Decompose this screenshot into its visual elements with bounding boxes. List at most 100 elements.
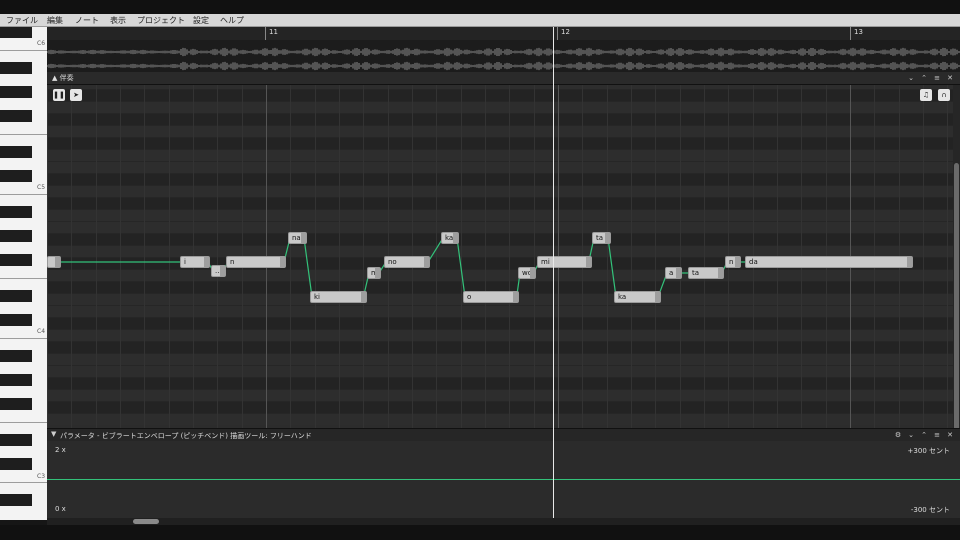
note-resize-handle[interactable] (605, 233, 610, 243)
note[interactable]: na (288, 232, 307, 244)
note[interactable]: da (745, 256, 913, 268)
playhead[interactable] (553, 27, 554, 520)
note-resize-handle[interactable] (513, 292, 518, 302)
note-resize-handle[interactable] (907, 257, 912, 267)
note-resize-handle[interactable] (655, 292, 660, 302)
black-key[interactable] (0, 86, 32, 98)
menu-view[interactable]: 表示 (110, 14, 126, 27)
note-lyric: na (292, 234, 301, 242)
note[interactable] (47, 256, 61, 268)
chevron-up-icon[interactable]: ⌃ (919, 430, 929, 440)
black-key[interactable] (0, 170, 32, 182)
black-key[interactable] (0, 314, 32, 326)
note-resize-handle[interactable] (361, 292, 366, 302)
bar-marker (557, 27, 558, 40)
black-key[interactable] (0, 458, 32, 470)
gear-icon[interactable]: ⚙ (893, 430, 903, 440)
close-icon[interactable]: ✕ (945, 73, 955, 83)
horizontal-scroll-thumb[interactable] (133, 519, 159, 524)
note[interactable]: ka (441, 232, 459, 244)
horizontal-scrollbar[interactable] (47, 518, 960, 525)
black-key[interactable] (0, 206, 32, 218)
black-key[interactable] (0, 434, 32, 446)
black-key[interactable] (0, 290, 32, 302)
chevron-down-icon[interactable]: ⌄ (906, 73, 916, 83)
black-key[interactable] (0, 230, 32, 242)
black-key[interactable] (0, 27, 32, 38)
note-resize-handle[interactable] (735, 257, 740, 267)
vertical-scrollbar[interactable] (953, 85, 960, 437)
note[interactable]: mi (367, 267, 381, 279)
note[interactable]: ... (211, 265, 226, 277)
close-icon[interactable]: ✕ (945, 430, 955, 440)
key-label-c4: C4 (37, 328, 46, 335)
menu-settings[interactable]: 設定 (193, 14, 209, 27)
title-strip (0, 0, 960, 14)
note[interactable]: ta (592, 232, 611, 244)
note-resize-handle[interactable] (220, 266, 225, 276)
note[interactable]: i (180, 256, 210, 268)
piano-roll-editor[interactable]: ❚❚ ➤ ♫ ∩ i...nnakiminokaowomitakaatanda (47, 85, 953, 428)
white-key-divider (0, 482, 47, 483)
menu-note[interactable]: ノート (75, 14, 99, 27)
note-lyric: ta (692, 269, 700, 277)
menu-project[interactable]: プロジェクト (137, 14, 185, 27)
align-icon[interactable]: ≡ (932, 73, 942, 83)
note-resize-handle[interactable] (280, 257, 285, 267)
note[interactable]: a (665, 267, 682, 279)
vibrato-envelope-panel[interactable]: 2 x 0 x +300 セント -300 セント (47, 441, 960, 518)
note[interactable]: o (463, 291, 519, 303)
bar-number-12: 12 (561, 28, 570, 36)
note[interactable]: no (384, 256, 430, 268)
white-key-divider (0, 194, 47, 195)
menu-help[interactable]: ヘルプ (220, 14, 244, 27)
note-resize-handle[interactable] (718, 268, 723, 278)
note-resize-handle[interactable] (204, 257, 209, 267)
note-resize-handle[interactable] (301, 233, 306, 243)
note-lyric: n (729, 258, 734, 266)
piano-keyboard[interactable]: C6 C5 C4 C3 (0, 27, 47, 520)
note-lyric: o (467, 293, 472, 301)
note-resize-handle[interactable] (676, 268, 681, 278)
align-icon[interactable]: ≡ (932, 430, 942, 440)
note-resize-handle[interactable] (453, 233, 458, 243)
note[interactable]: ta (688, 267, 724, 279)
scale-max-label: 2 x (55, 446, 66, 454)
track-header: ▲ 伴奏 ⌄ ⌃ ≡ ✕ (47, 72, 960, 85)
black-key[interactable] (0, 494, 32, 506)
black-key[interactable] (0, 374, 32, 386)
vertical-scroll-thumb[interactable] (954, 163, 959, 437)
note-resize-handle[interactable] (530, 268, 535, 278)
collapse-triangle-icon[interactable]: ▼ (51, 430, 56, 438)
black-key[interactable] (0, 62, 32, 74)
note[interactable]: wo (518, 267, 536, 279)
black-key[interactable] (0, 146, 32, 158)
chevron-up-icon[interactable]: ⌃ (919, 73, 929, 83)
note[interactable]: n (725, 256, 741, 268)
chevron-down-icon[interactable]: ⌄ (906, 430, 916, 440)
bar-number-11: 11 (269, 28, 278, 36)
parameter-panel-header: ▼ パラメータ - ビブラートエンベロープ (ピッチベンド) 描画ツール: フリ… (47, 428, 960, 441)
white-key-divider (0, 50, 47, 51)
note[interactable]: ki (310, 291, 367, 303)
cents-max-label: +300 セント (907, 447, 950, 455)
menu-file[interactable]: ファイル (6, 14, 38, 27)
note-resize-handle[interactable] (586, 257, 591, 267)
note-lyric: ka (618, 293, 627, 301)
black-key[interactable] (0, 110, 32, 122)
note[interactable]: n (226, 256, 286, 268)
note[interactable]: ka (614, 291, 661, 303)
scale-min-label: 0 x (55, 505, 66, 513)
note[interactable]: mi (537, 256, 592, 268)
note-resize-handle[interactable] (424, 257, 429, 267)
note-resize-handle[interactable] (375, 268, 380, 278)
note-lyric: i (184, 258, 186, 266)
menu-edit[interactable]: 編集 (47, 14, 63, 27)
note-resize-handle[interactable] (55, 257, 60, 267)
black-key[interactable] (0, 350, 32, 362)
note-lyric: mi (541, 258, 550, 266)
black-key[interactable] (0, 398, 32, 410)
black-key[interactable] (0, 254, 32, 266)
timeline-ruler[interactable]: 11 12 13 (47, 27, 960, 40)
audio-waveform (47, 40, 960, 72)
